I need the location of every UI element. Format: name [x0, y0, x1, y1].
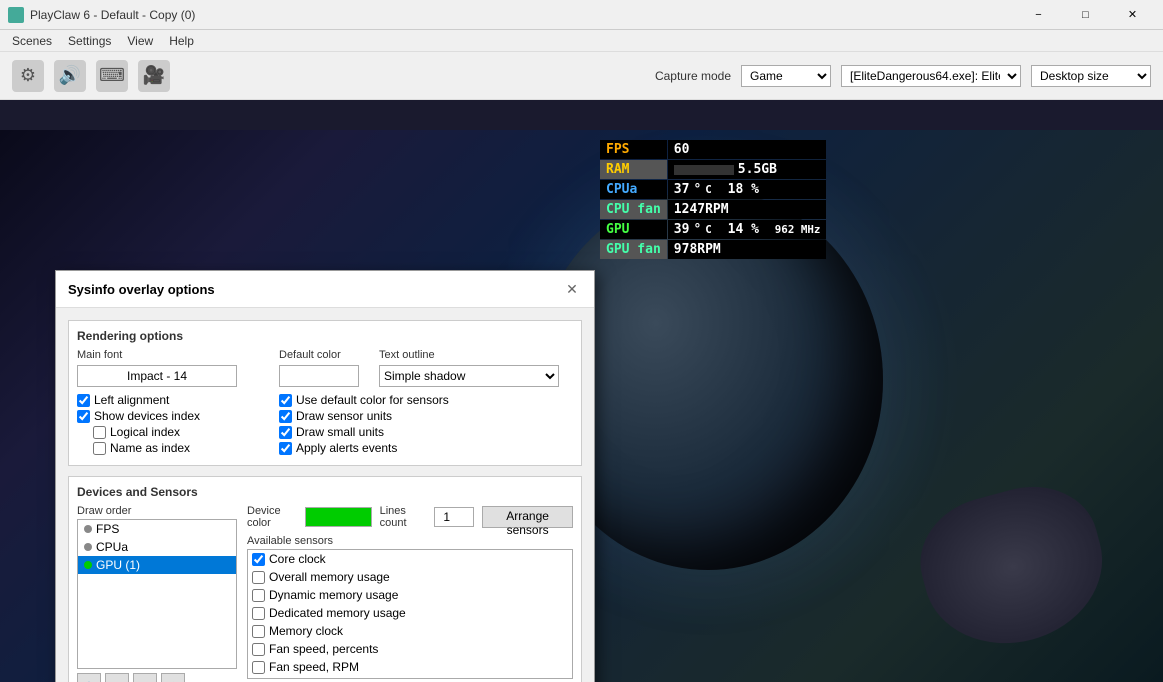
title-bar: PlayClaw 6 - Default - Copy (0) − □ ✕: [0, 0, 1163, 30]
gpu-fan-label: GPU fan: [600, 240, 667, 259]
spaceship: [907, 471, 1120, 662]
add-device-button[interactable]: +: [77, 673, 101, 682]
lines-count-label: Lines count: [380, 505, 427, 529]
draw-order-dot-fps: [84, 525, 92, 533]
sensors-list: Core clock Overall memory usage Dynamic …: [247, 549, 573, 679]
device-color-row: Device color Lines count Arrange sensors: [247, 505, 573, 529]
default-color-label: Default color: [279, 349, 359, 361]
fps-value: 60: [668, 140, 827, 159]
sensor-memory-clock[interactable]: Memory clock: [248, 622, 572, 640]
draw-order-col: Draw order FPS CPUa: [77, 505, 237, 682]
text-outline-col: Text outline Simple shadow: [379, 349, 559, 387]
main-background: FPS 60 RAM 5.5GB CPUa 37°C 18 % CPU fan …: [0, 130, 1163, 682]
remove-device-button[interactable]: −: [105, 673, 129, 682]
device-color-label: Device color: [247, 505, 297, 529]
cpua-value: 37°C 18 %: [668, 180, 827, 199]
text-outline-label: Text outline: [379, 349, 559, 361]
minimize-button[interactable]: −: [1016, 0, 1061, 30]
draw-order-cpua[interactable]: CPUa: [78, 538, 236, 556]
menu-help[interactable]: Help: [161, 32, 202, 50]
apply-alerts-checkbox[interactable]: Apply alerts events: [279, 441, 573, 455]
audio-icon[interactable]: 🔊: [54, 60, 86, 92]
rendering-section-title: Rendering options: [77, 329, 573, 343]
gpu-fan-value: 978RPM: [668, 240, 827, 259]
rendering-row: Main font Impact - 14 Left alignment Sho…: [77, 349, 573, 457]
name-as-index-checkbox[interactable]: Name as index: [93, 441, 267, 455]
main-font-button[interactable]: Impact - 14: [77, 365, 237, 387]
capture-mode-select[interactable]: Game: [741, 65, 831, 87]
sensor-dedicated-memory[interactable]: Dedicated memory usage: [248, 604, 572, 622]
draw-order-fps[interactable]: FPS: [78, 520, 236, 538]
draw-order-list: FPS CPUa GPU (1): [77, 519, 237, 669]
draw-order-dot-cpua: [84, 543, 92, 551]
sensor-core-clock[interactable]: Core clock: [248, 550, 572, 568]
sensor-dynamic-memory[interactable]: Dynamic memory usage: [248, 586, 572, 604]
show-devices-index-checkbox[interactable]: Show devices index: [77, 409, 267, 423]
cpu-fan-value: 1247RPM: [668, 200, 827, 219]
sensor-fan-speed-rpm[interactable]: Fan speed, RPM: [248, 658, 572, 676]
settings-icon[interactable]: ⚙: [12, 60, 44, 92]
draw-order-buttons: + − ▼ ▲: [77, 673, 237, 682]
title-bar-buttons: − □ ✕: [1016, 0, 1155, 30]
dialog-title: Sysinfo overlay options: [68, 282, 215, 297]
overlay-stats: FPS 60 RAM 5.5GB CPUa 37°C 18 % CPU fan …: [600, 140, 826, 259]
left-alignment-checkbox[interactable]: Left alignment: [77, 393, 267, 407]
device-color-box[interactable]: [305, 507, 372, 527]
game-select[interactable]: [EliteDangerous64.exe]: Elite - Dar: [841, 65, 1021, 87]
ram-value: 5.5GB: [668, 160, 827, 179]
draw-order-dot-gpu: [84, 561, 92, 569]
gpu-value: 39°C 14 % 962 MHz: [668, 220, 827, 239]
draw-order-gpu[interactable]: GPU (1): [78, 556, 236, 574]
cpua-label: CPUa: [600, 180, 667, 199]
menu-bar: Scenes Settings View Help: [0, 30, 1163, 52]
sensor-fan-speed-pct[interactable]: Fan speed, percents: [248, 640, 572, 658]
sysinfo-dialog: Sysinfo overlay options ✕ Rendering opti…: [55, 270, 595, 682]
dialog-close-button[interactable]: ✕: [562, 279, 582, 299]
rendering-options-section: Rendering options Main font Impact - 14 …: [68, 320, 582, 466]
gpu-label: GPU: [600, 220, 667, 239]
use-default-color-checkbox[interactable]: Use default color for sensors: [279, 393, 573, 407]
devices-section-title: Devices and Sensors: [77, 485, 573, 499]
dialog-title-bar: Sysinfo overlay options ✕: [56, 271, 594, 308]
logical-index-checkbox[interactable]: Logical index: [93, 425, 267, 439]
arrange-sensors-button[interactable]: Arrange sensors: [482, 506, 573, 528]
move-down-button[interactable]: ▼: [133, 673, 157, 682]
dialog-body: Rendering options Main font Impact - 14 …: [56, 308, 594, 682]
right-col: Device color Lines count Arrange sensors…: [247, 505, 573, 679]
capture-mode-label: Capture mode: [655, 69, 731, 83]
devices-section: Devices and Sensors Draw order FPS: [68, 476, 582, 682]
right-options: Default color Text outline Simple shadow: [279, 349, 573, 457]
default-color-col: Default color: [279, 349, 359, 387]
left-options: Main font Impact - 14 Left alignment Sho…: [77, 349, 267, 457]
desktop-size-select[interactable]: Desktop size: [1031, 65, 1151, 87]
video-icon[interactable]: 🎥: [138, 60, 170, 92]
cpu-fan-label: CPU fan: [600, 200, 667, 219]
default-color-box[interactable]: [279, 365, 359, 387]
draw-order-label: Draw order: [77, 505, 237, 517]
app-title: PlayClaw 6 - Default - Copy (0): [30, 8, 1016, 22]
menu-scenes[interactable]: Scenes: [4, 32, 60, 50]
toolbar: ⚙ 🔊 ⌨ 🎥 Capture mode Game [EliteDangerou…: [0, 52, 1163, 100]
main-font-label: Main font: [77, 349, 267, 361]
lines-count-input[interactable]: [434, 507, 474, 527]
app-icon: [8, 7, 24, 23]
devices-row: Draw order FPS CPUa: [77, 505, 573, 682]
menu-settings[interactable]: Settings: [60, 32, 119, 50]
move-up-button[interactable]: ▲: [161, 673, 185, 682]
text-outline-select[interactable]: Simple shadow: [379, 365, 559, 387]
menu-view[interactable]: View: [119, 32, 161, 50]
sensor-overall-memory[interactable]: Overall memory usage: [248, 568, 572, 586]
keyboard-icon[interactable]: ⌨: [96, 60, 128, 92]
close-button[interactable]: ✕: [1110, 0, 1155, 30]
sensor-core-load[interactable]: Core load: [248, 676, 572, 679]
maximize-button[interactable]: □: [1063, 0, 1108, 30]
draw-small-units-checkbox[interactable]: Draw small units: [279, 425, 573, 439]
draw-sensor-units-checkbox[interactable]: Draw sensor units: [279, 409, 573, 423]
ram-label: RAM: [600, 160, 667, 179]
fps-label: FPS: [600, 140, 667, 159]
